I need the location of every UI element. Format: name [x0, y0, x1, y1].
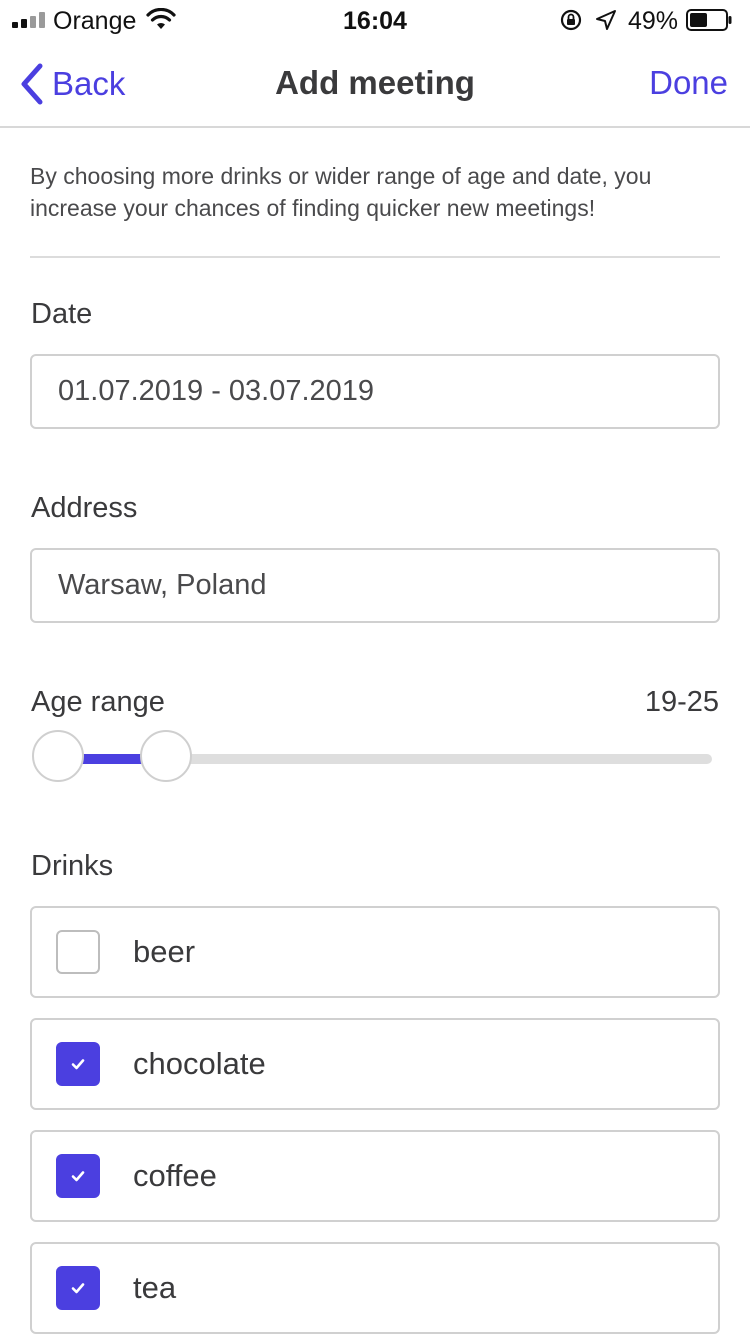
drink-label: chocolate [133, 1046, 266, 1081]
date-label: Date [31, 298, 93, 330]
divider [30, 256, 720, 258]
age-range-slider[interactable] [32, 730, 712, 786]
address-label: Address [31, 492, 138, 524]
date-value: 01.07.2019 - 03.07.2019 [58, 375, 375, 407]
checkbox[interactable] [56, 930, 100, 974]
checkbox[interactable] [56, 1154, 100, 1198]
drink-option-tea[interactable]: tea [30, 1242, 720, 1334]
battery-percentage: 49% [628, 7, 679, 35]
drink-option-chocolate[interactable]: chocolate [30, 1018, 720, 1110]
battery-icon [686, 9, 732, 31]
drink-label: coffee [133, 1158, 217, 1193]
location-icon [596, 10, 616, 30]
checkbox[interactable] [56, 1042, 100, 1086]
slider-min-handle[interactable] [32, 730, 84, 782]
address-value: Warsaw, Poland [58, 569, 267, 601]
drink-label: tea [133, 1270, 177, 1305]
done-button[interactable]: Done [649, 64, 728, 102]
drinks-label: Drinks [31, 850, 114, 882]
checkmark-icon [71, 1059, 85, 1070]
info-text: By choosing more drinks or wider range o… [30, 163, 652, 221]
date-field[interactable]: 01.07.2019 - 03.07.2019 [30, 354, 720, 429]
slider-max-handle[interactable] [140, 730, 192, 782]
drink-label: beer [133, 934, 196, 969]
address-field[interactable]: Warsaw, Poland [30, 548, 720, 623]
checkmark-icon [71, 1283, 85, 1294]
page-title: Add meeting [275, 64, 475, 101]
rotation-lock-icon [560, 9, 582, 31]
status-bar: Orange 16:04 49% [0, 0, 750, 40]
checkmark-icon [71, 1171, 85, 1182]
age-range-value: 19-25 [644, 686, 719, 718]
age-range-label: Age range [31, 686, 165, 718]
checkbox[interactable] [56, 1266, 100, 1310]
navigation-bar: Back Add meeting Done [0, 40, 750, 128]
drink-option-coffee[interactable]: coffee [30, 1130, 720, 1222]
drink-option-beer[interactable]: beer [30, 906, 720, 998]
